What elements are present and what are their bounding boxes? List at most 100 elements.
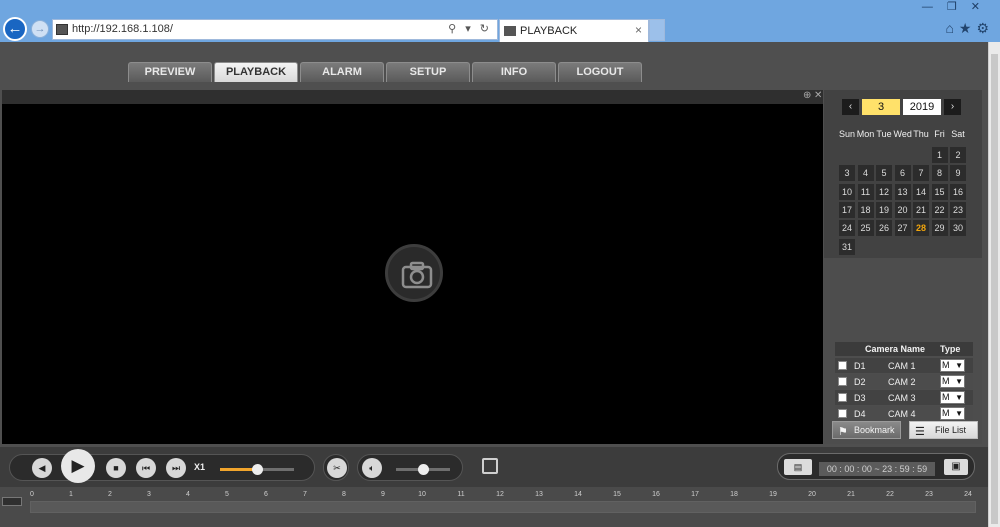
timeline-bar[interactable] (30, 501, 976, 513)
forward-arrow-icon[interactable]: → (31, 20, 49, 38)
timeline-tick-label: 23 (925, 491, 933, 498)
timeline-tick-label: 11 (457, 491, 465, 498)
tab-info[interactable]: INFO (472, 62, 556, 82)
channel-checkbox[interactable] (838, 377, 847, 386)
close-icon[interactable]: ✕ (814, 90, 822, 101)
bookmark-icon: ⚑ (838, 426, 848, 438)
weekday-label: Sun (838, 129, 855, 139)
calendar-day[interactable]: 9 (950, 165, 966, 182)
channel-checkbox[interactable] (838, 361, 847, 370)
header-type: Type (940, 344, 961, 354)
calendar-day[interactable]: 16 (950, 183, 966, 200)
header-camera-name: Camera Name (865, 344, 926, 354)
channel-row: D3 CAM 3 M ▼ (835, 390, 973, 405)
calendar-day[interactable]: 27 (894, 220, 911, 237)
calendar-day[interactable]: 23 (950, 201, 966, 218)
stop-icon[interactable]: ■ (106, 458, 126, 478)
home-favorites-settings-icons[interactable]: ⌂★⚙ (945, 20, 994, 37)
timeline-position-marker[interactable] (2, 497, 22, 506)
vertical-scrollbar[interactable] (988, 42, 1000, 527)
channel-row: D1 CAM 1 M ▼ (835, 358, 973, 373)
weekday-label: Fri (934, 129, 945, 139)
tab-playback[interactable]: PLAYBACK (214, 62, 298, 82)
timeline-tick-label: 2 (108, 491, 112, 498)
video-toolbar: ⊕ ✕ (2, 90, 823, 104)
calendar-day[interactable]: 18 (857, 201, 874, 218)
weekday-label: Mon (856, 129, 875, 139)
calendar-day[interactable]: 21 (913, 201, 929, 218)
timeline-tick-label: 8 (342, 491, 346, 498)
calendar-day[interactable]: 10 (839, 183, 855, 200)
save-icon[interactable]: ▣ (944, 459, 968, 475)
calendar-day[interactable]: 13 (894, 183, 911, 200)
window-controls[interactable]: —❐✕ (922, 0, 994, 13)
tab-alarm[interactable]: ALARM (300, 62, 384, 82)
record-type-select[interactable]: M ▼ (940, 407, 965, 420)
tab-preview[interactable]: PREVIEW (128, 62, 212, 82)
reverse-play-icon[interactable]: ◀ (32, 458, 52, 478)
calendar-day[interactable]: 15 (931, 183, 948, 200)
tab-setup[interactable]: SETUP (386, 62, 470, 82)
calendar-day[interactable]: 6 (894, 165, 911, 182)
record-type-select[interactable]: M ▼ (940, 375, 965, 388)
calendar-day[interactable]: 8 (931, 165, 948, 182)
calendar-day[interactable]: 19 (876, 201, 892, 218)
calendar-day[interactable]: 30 (950, 220, 966, 237)
calendar-day[interactable]: 7 (913, 165, 929, 182)
calendar-day[interactable]: 1 (931, 147, 948, 163)
tab-close-icon[interactable]: × (635, 23, 642, 37)
fullscreen-icon[interactable] (482, 458, 498, 474)
back-arrow-icon[interactable]: ← (3, 17, 27, 41)
timeline-tick-label: 12 (496, 491, 504, 498)
scrollbar-thumb[interactable] (991, 54, 998, 524)
chevron-down-icon: ▼ (955, 361, 963, 370)
calendar-day[interactable]: 29 (931, 220, 948, 237)
tab-logout[interactable]: LOGOUT (558, 62, 642, 82)
calendar-day[interactable]: 4 (857, 165, 874, 182)
channel-checkbox[interactable] (838, 409, 847, 418)
video-window[interactable] (2, 104, 823, 444)
calendar-day[interactable]: 26 (876, 220, 892, 237)
channel-name: CAM 4 (888, 409, 916, 419)
new-tab-button[interactable] (649, 19, 665, 41)
next-month-chevron-icon[interactable]: › (944, 99, 961, 115)
pin-icon[interactable]: ✂ (327, 458, 347, 478)
calendar-day[interactable]: 25 (857, 220, 874, 237)
bookmark-button[interactable]: ⚑ Bookmark (832, 421, 901, 439)
video-clip-icon[interactable]: ▤ (784, 459, 812, 475)
prev-month-chevron-icon[interactable]: ‹ (842, 99, 859, 115)
browser-tab[interactable]: PLAYBACK × (499, 19, 649, 42)
calendar-day[interactable]: 17 (839, 201, 855, 218)
next-frame-icon[interactable]: ⏭ (166, 458, 186, 478)
calendar-day[interactable]: 28 (913, 220, 929, 237)
record-type-value: M (942, 392, 950, 402)
calendar-day[interactable]: 31 (839, 238, 855, 255)
previous-frame-icon[interactable]: ⏮ (136, 458, 156, 478)
play-icon[interactable]: ▶ (61, 449, 95, 483)
search-refresh-icons[interactable]: ⚲ ▾ ↻ (448, 22, 492, 35)
calendar-day[interactable]: 2 (950, 147, 966, 163)
timeline-tick-label: 16 (652, 491, 660, 498)
calendar-day[interactable]: 3 (839, 165, 855, 182)
calendar-day[interactable]: 11 (857, 183, 874, 200)
file-list-button[interactable]: ☰ File List (909, 421, 978, 439)
calendar-day[interactable]: 20 (894, 201, 911, 218)
volume-slider-knob[interactable] (418, 464, 429, 475)
time-range-field[interactable]: 00 : 00 : 00 ~ 23 : 59 : 59 (819, 462, 935, 476)
speed-slider-knob[interactable] (252, 464, 263, 475)
volume-icon[interactable]: 🔈︎ (362, 458, 382, 478)
timeline-tick-label: 21 (847, 491, 855, 498)
address-bar[interactable]: http://192.168.1.108/ ⚲ ▾ ↻ (52, 19, 498, 40)
calendar-day[interactable]: 24 (839, 220, 855, 237)
year-field[interactable]: 2019 (903, 99, 941, 115)
zoom-icon[interactable]: ⊕ (803, 90, 811, 101)
record-type-select[interactable]: M ▼ (940, 359, 965, 372)
calendar-day[interactable]: 14 (913, 183, 929, 200)
calendar-day[interactable]: 5 (876, 165, 892, 182)
calendar-day[interactable]: 12 (876, 183, 892, 200)
channel-checkbox[interactable] (838, 393, 847, 402)
channel-row: D4 CAM 4 M ▼ (835, 406, 973, 421)
calendar-day[interactable]: 22 (931, 201, 948, 218)
record-type-select[interactable]: M ▼ (940, 391, 965, 404)
month-field[interactable]: 3 (862, 99, 900, 115)
